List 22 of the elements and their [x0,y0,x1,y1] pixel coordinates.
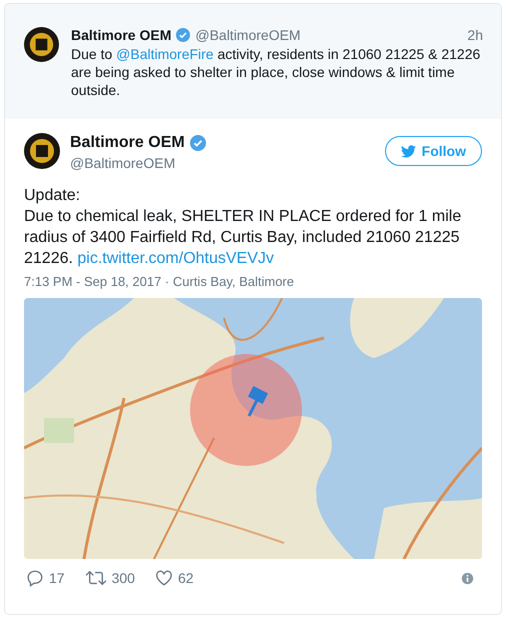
mention-link[interactable]: @BaltimoreFire [116,46,214,62]
heart-icon[interactable] [154,569,173,587]
retweet-icon[interactable] [84,569,107,587]
account-handle[interactable]: @BaltimoreOEM [195,27,301,43]
action-count: 62 [178,570,194,586]
tweet-text: Due to chemical leak, SHELTER IN PLACE ordered for 1 mile radius of 3400 Fairfield Rd, Curtis Bay, included 21060 21225 21226. pic.twitter.com/OhtusVEVJv [24,207,462,269]
info-icon[interactable] [461,572,474,584]
picture-link[interactable]: pic.twitter.com/OhtusVEVJv [77,250,274,267]
account-name[interactable]: Baltimore OEM [71,27,172,43]
tweet-time[interactable]: 2h [467,27,483,43]
tweet-timestamp[interactable]: 7:13 PM - Sep 18, 2017 · Curtis Bay, Baltimore [24,274,482,289]
bird-icon [400,144,416,158]
follow-button[interactable]: Follow [384,136,482,166]
tweet-text: Due to @BaltimoreFire activity, residents in 21060 21225 & 21226 are being asked to shelter in place, close windows & limit time outside. [71,45,482,99]
reply-icon[interactable] [26,569,44,587]
tweet-text: Update: [24,186,82,206]
account-name[interactable]: Baltimore OEM [70,134,185,152]
avatar-icon [24,27,59,62]
action-count: 300 [112,570,135,586]
avatar-icon [24,133,60,169]
action-count: 17 [49,570,65,586]
account-handle[interactable]: @BaltimoreOEM [70,155,375,171]
